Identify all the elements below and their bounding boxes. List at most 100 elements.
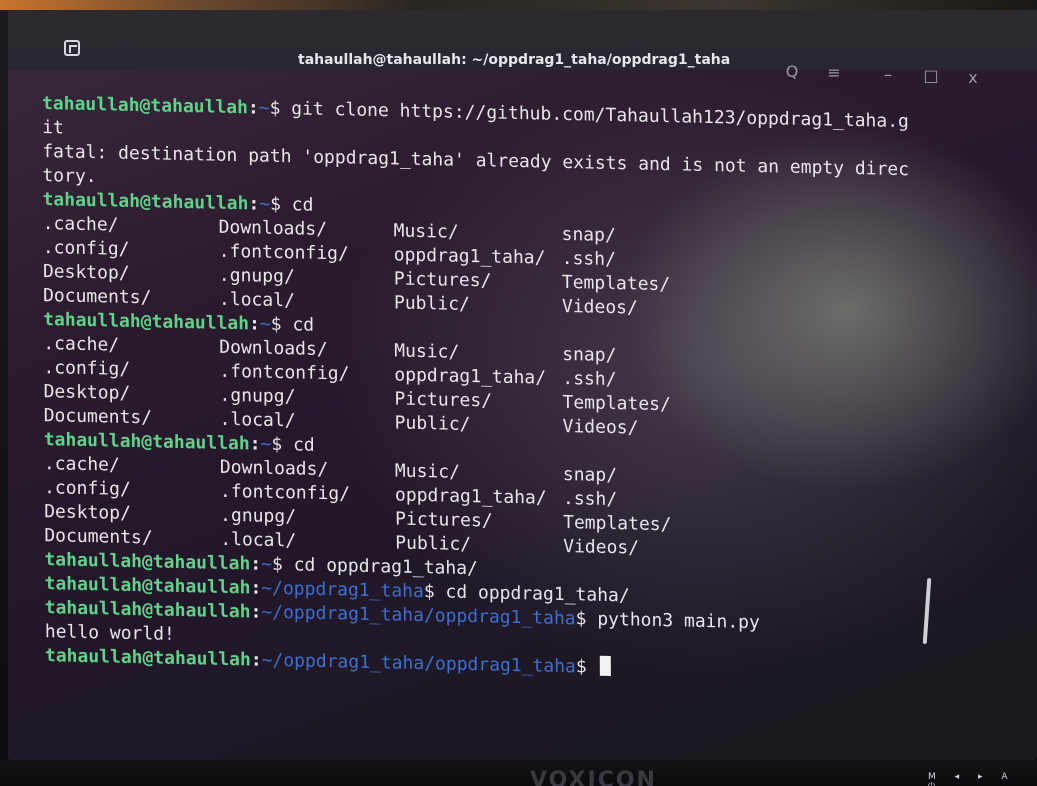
listing-entry: .fontconfig/ (219, 480, 351, 505)
listing-entry: .local/ (220, 528, 297, 552)
terminal-output[interactable]: tahaullah@tahaullah:~$ git clone https:/… (42, 92, 912, 686)
listing-entry: Pictures/ (394, 388, 493, 412)
directory-listing: .cache/ Downloads/ Music/ snap/ .config/… (43, 212, 910, 326)
prompt-path: ~ (259, 313, 271, 335)
menu-icon[interactable]: ≡ (823, 65, 845, 81)
prompt-colon: : (250, 601, 262, 623)
prompt-user: tahaullah@tahaullah (43, 309, 250, 335)
listing-entry: oppdrag1_taha/ (394, 364, 547, 389)
listing-entry: .cache/ (42, 213, 119, 236)
listing-entry: Desktop/ (43, 381, 131, 404)
listing-entry: Videos/ (561, 295, 638, 319)
prompt-path: ~ (261, 553, 273, 575)
directory-listing: .cache/ Downloads/ Music/ snap/ .config/… (43, 332, 910, 446)
prompt-dollar: $ (575, 608, 587, 630)
listing-entry: .ssh/ (561, 247, 616, 271)
listing-entry: Public/ (395, 532, 472, 556)
listing-entry: Templates/ (563, 512, 672, 536)
listing-entry: Documents/ (43, 285, 152, 309)
listing-entry: Pictures/ (395, 508, 493, 532)
listing-entry: .cache/ (43, 453, 120, 476)
listing-entry: snap/ (562, 343, 617, 367)
listing-entry: .ssh/ (562, 367, 617, 391)
listing-entry: .config/ (43, 357, 131, 380)
listing-entry: Documents/ (44, 525, 153, 549)
prompt-dollar: $ (269, 97, 281, 120)
prompt-colon: : (249, 433, 261, 455)
prompt-user: tahaullah@tahaullah (43, 429, 250, 455)
listing-entry: .cache/ (43, 333, 120, 356)
prompt-colon: : (250, 577, 262, 599)
text-cursor (599, 655, 611, 677)
listing-entry: Pictures/ (393, 268, 492, 292)
listing-entry: oppdrag1_taha/ (394, 484, 547, 509)
error-text: tory. (42, 165, 97, 188)
prompt-user: tahaullah@tahaullah (44, 573, 251, 599)
listing-entry: oppdrag1_taha/ (393, 244, 546, 269)
prompt-colon: : (248, 313, 260, 335)
listing-entry: .ssh/ (562, 487, 618, 511)
listing-entry: Public/ (393, 292, 470, 316)
listing-entry: Downloads/ (219, 456, 329, 481)
terminal-titlebar: tahaullah@tahaullah: ~/oppdrag1_taha/opp… (8, 10, 1037, 86)
listing-entry: snap/ (562, 463, 618, 487)
command-text: it (42, 117, 64, 139)
prompt-path: ~ (259, 193, 271, 215)
listing-entry: Music/ (393, 220, 459, 243)
listing-entry: Downloads/ (218, 216, 328, 241)
desk-background (0, 0, 1037, 10)
listing-entry: .gnupg/ (218, 264, 295, 288)
prompt-path: ~/oppdrag1_taha (261, 577, 424, 603)
prompt-path: ~ (260, 433, 272, 455)
monitor-bezel (0, 760, 1037, 786)
close-icon[interactable]: x (962, 70, 984, 86)
prompt-user: tahaullah@tahaullah (44, 645, 251, 671)
minimize-icon[interactable]: – (877, 67, 899, 83)
prompt-dollar: $ (270, 313, 282, 336)
listing-entry: Downloads/ (219, 336, 328, 361)
listing-entry: .fontconfig/ (219, 360, 350, 385)
prompt-dollar: $ (423, 581, 435, 603)
prompt-user: tahaullah@tahaullah (44, 597, 251, 623)
listing-entry: Videos/ (563, 536, 640, 559)
command-text: cd oppdrag1_taha/ (434, 581, 630, 607)
photo: tahaullah@tahaullah: ~/oppdrag1_taha/opp… (0, 0, 1037, 786)
command-text: cd oppdrag1_taha/ (282, 554, 478, 580)
listing-entry: Music/ (394, 340, 460, 363)
listing-entry: .local/ (219, 408, 296, 432)
listing-entry: Documents/ (43, 405, 153, 429)
prompt-user: tahaullah@tahaullah (42, 93, 248, 119)
listing-entry: .gnupg/ (220, 504, 297, 528)
program-output: hello world! (44, 621, 175, 645)
prompt-dollar: $ (271, 553, 283, 576)
prompt-dollar: $ (270, 193, 282, 216)
monitor-brand-logo: VOXICON (530, 768, 657, 786)
command-text: cd (281, 314, 315, 336)
listing-entry: Desktop/ (44, 501, 131, 524)
monitor-buttons[interactable]: M ◂ ▸ A ⏻ (928, 772, 1037, 786)
window-title: tahaullah@tahaullah: ~/oppdrag1_taha/opp… (298, 52, 731, 68)
search-icon[interactable]: Q (781, 64, 803, 80)
listing-entry: Music/ (394, 460, 460, 483)
listing-entry: .gnupg/ (219, 384, 296, 408)
listing-entry: snap/ (561, 223, 616, 247)
listing-entry: Desktop/ (42, 261, 130, 284)
listing-entry: .config/ (44, 477, 131, 500)
maximize-icon[interactable]: □ (920, 68, 942, 84)
prompt-colon: : (250, 553, 262, 575)
prompt-path: ~/oppdrag1_taha/oppdrag1_taha (261, 649, 576, 678)
prompt-dollar: $ (271, 433, 283, 456)
new-tab-icon[interactable] (64, 40, 80, 56)
listing-entry: Public/ (394, 412, 471, 436)
prompt-path: ~/oppdrag1_taha/oppdrag1_taha (261, 601, 576, 630)
listing-entry: .local/ (218, 288, 295, 312)
prompt-dollar: $ (575, 656, 587, 678)
command-text: cd (282, 434, 315, 456)
command-text: python3 main.py (586, 608, 760, 634)
command-text: cd (280, 194, 314, 216)
listing-entry: .config/ (42, 237, 130, 260)
prompt-path: ~ (258, 97, 270, 119)
listing-entry: Templates/ (561, 271, 671, 296)
prompt-user: tahaullah@tahaullah (44, 549, 251, 575)
listing-entry: Videos/ (562, 415, 639, 439)
